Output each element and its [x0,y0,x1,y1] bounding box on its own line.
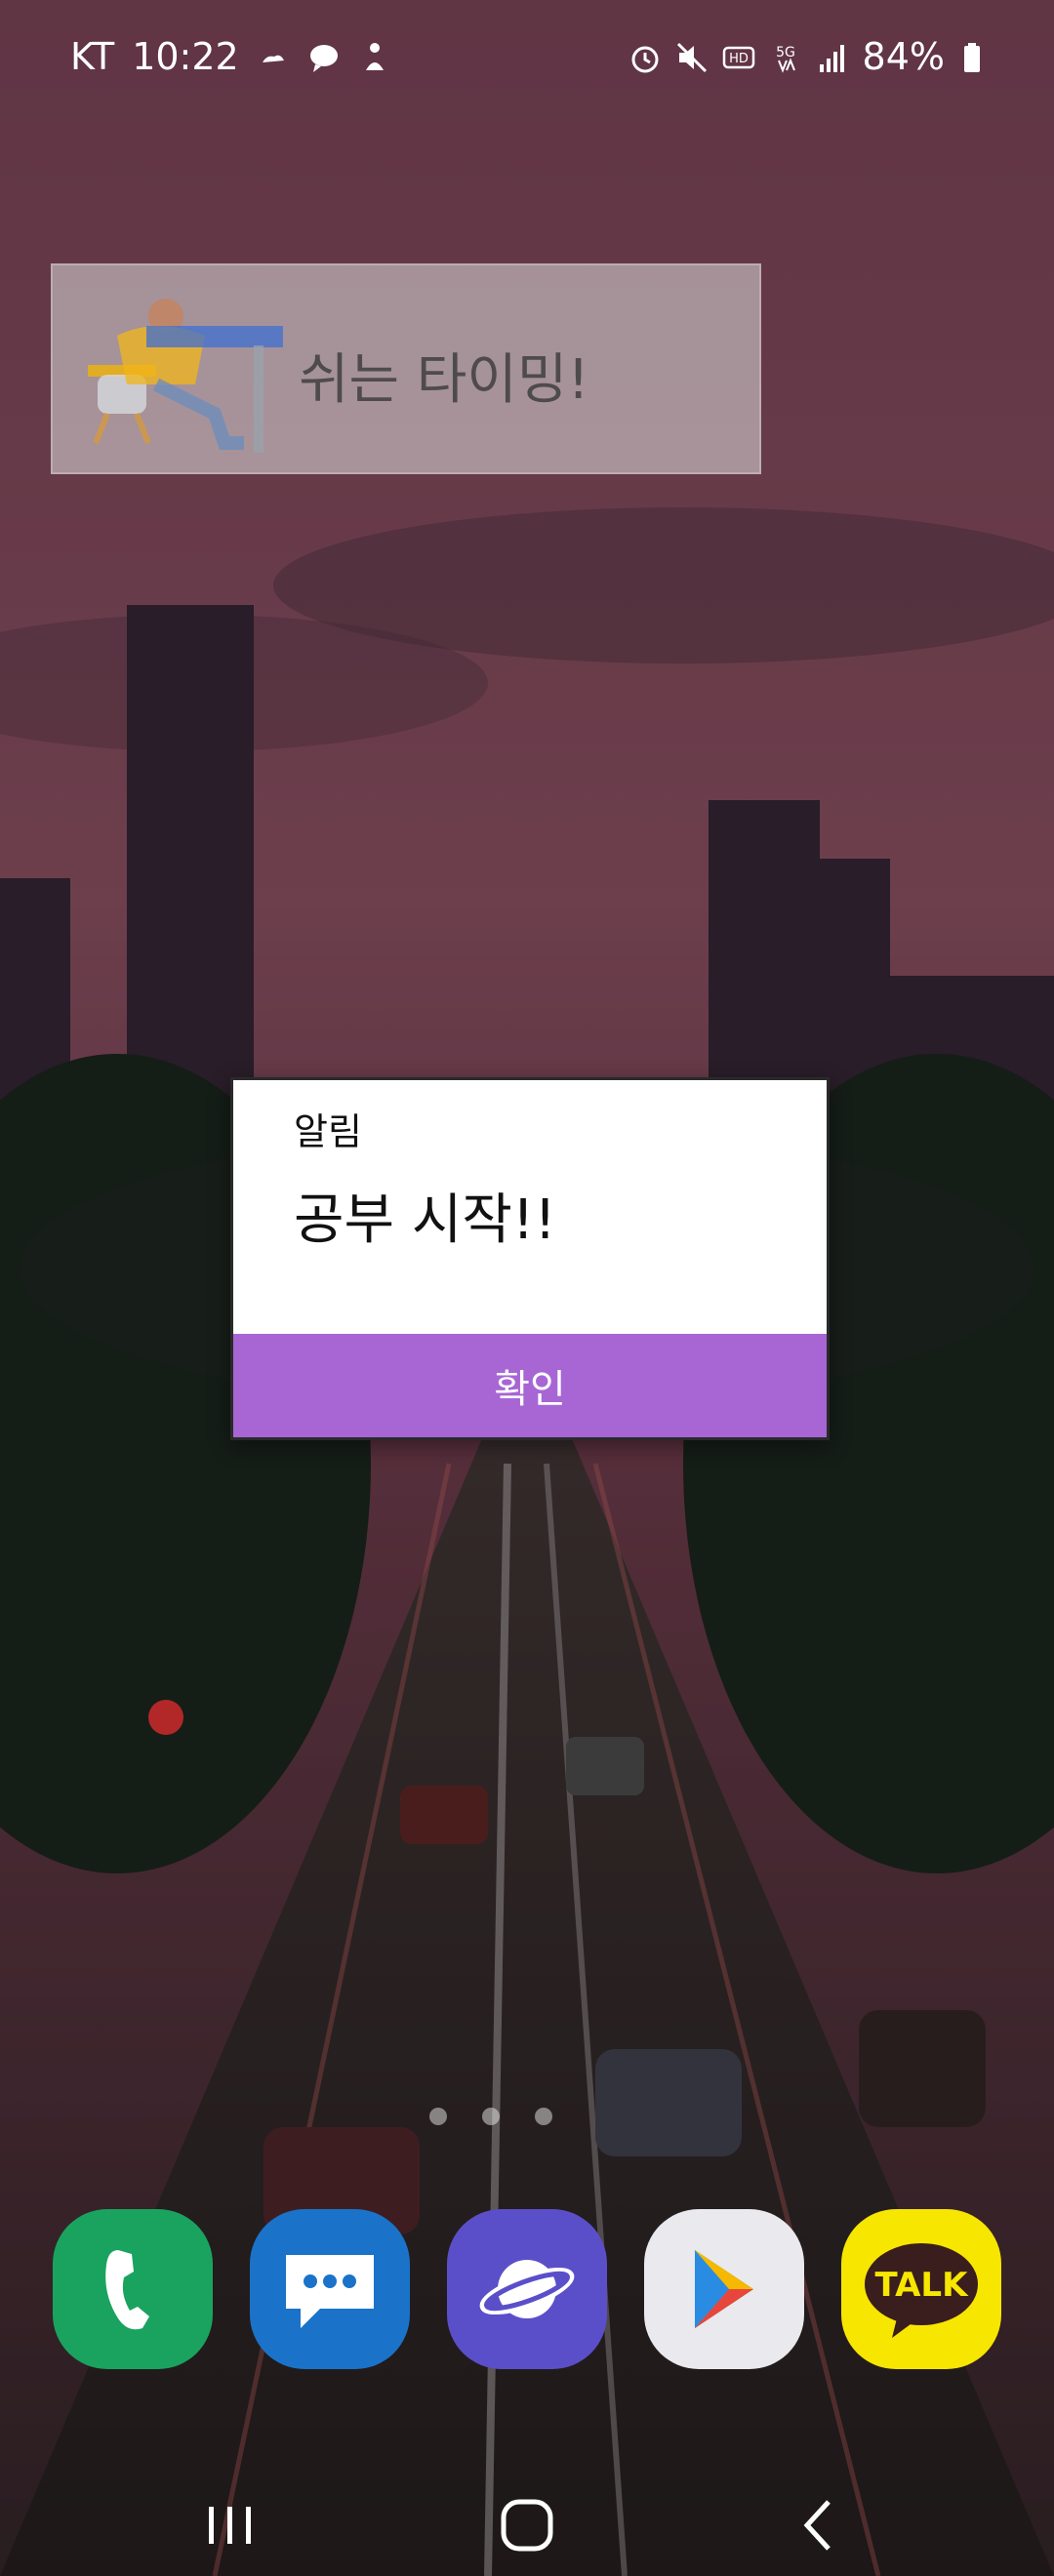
kakaotalk-label: TALK [875,2266,970,2305]
back-icon[interactable] [771,2476,869,2574]
signal-icon [816,40,849,73]
dialog-message: 공부 시작!! [294,1188,556,1252]
kakaotalk-app-icon[interactable]: TALK [841,2209,1001,2369]
mute-icon [675,40,709,73]
battery-icon [958,40,992,73]
app-dock: TALK [53,2209,1001,2375]
widget-title: 쉬는 타이밍! [299,348,589,412]
clock: 10:22 [132,35,239,78]
messages-app-icon[interactable] [250,2209,410,2369]
person-at-desk-illustration [78,287,303,453]
navigation-bar [0,2459,1054,2576]
page-indicator [429,2108,552,2125]
home-icon[interactable] [478,2476,576,2574]
svg-text:HD: HD [729,52,749,66]
accessibility-icon [358,40,391,73]
rest-timing-widget[interactable]: 쉬는 타이밍! [51,263,761,474]
status-bar: KT 10:22 HD 5G 84% [0,0,1054,117]
battery-percent: 84% [862,35,945,78]
play-store-app-icon[interactable] [644,2209,804,2369]
weather-icon [257,40,290,73]
dialog-title: 알림 [294,1110,362,1153]
svg-text:5G: 5G [776,45,795,60]
alert-dialog: 알림 공부 시작!! 확인 [230,1077,830,1440]
page-dot [535,2108,552,2125]
confirm-button[interactable]: 확인 [233,1334,827,1437]
hd-icon: HD [722,40,755,73]
phone-app-icon[interactable] [53,2209,213,2369]
alarm-icon [628,40,662,73]
samsung-internet-app-icon[interactable] [447,2209,607,2369]
page-dot [429,2108,447,2125]
recents-icon[interactable] [182,2476,279,2574]
chat-bubble-icon [307,40,341,73]
5g-icon: 5G [769,40,802,73]
page-dot [482,2108,500,2125]
carrier-label: KT [70,35,115,78]
